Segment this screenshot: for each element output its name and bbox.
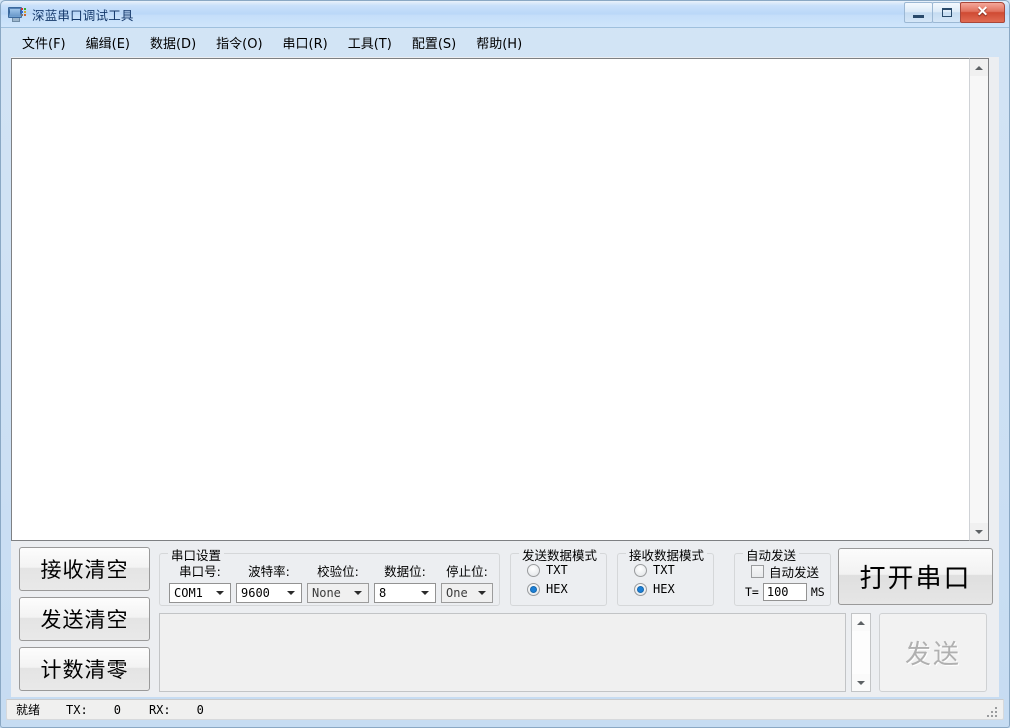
com-port-select[interactable]: COM1 xyxy=(169,583,231,603)
tx-label: TX: xyxy=(66,702,88,717)
baud-rate-select[interactable]: 9600 xyxy=(236,583,302,603)
menu-bar: 文件(F) 编缉(E) 数据(D) 指令(O) 串口(R) 工具(T) 配置(S… xyxy=(12,32,998,54)
radio-icon-selected[interactable] xyxy=(634,582,647,596)
close-button[interactable]: ✕ xyxy=(960,2,1005,23)
receive-textarea[interactable] xyxy=(11,58,989,541)
title-bar[interactable]: 深蓝串口调试工具 ✕ xyxy=(1,1,1009,28)
scroll-down-icon[interactable] xyxy=(970,523,988,540)
radio-icon-selected[interactable] xyxy=(527,582,540,596)
caption-button-group: ✕ xyxy=(904,2,1005,23)
checkbox-icon[interactable] xyxy=(751,565,764,578)
field-com-port: 串口号: COM1 xyxy=(169,561,231,603)
chevron-down-icon[interactable] xyxy=(417,584,433,602)
menu-item-help[interactable]: 帮助(H) xyxy=(466,31,532,55)
receive-mode-txt-label: TXT xyxy=(653,563,675,577)
parity-value: None xyxy=(312,586,341,600)
interval-unit-label: MS xyxy=(810,585,825,599)
minimize-button[interactable] xyxy=(904,2,933,23)
interval-input[interactable]: 100 xyxy=(762,583,807,601)
scroll-down-icon[interactable] xyxy=(852,674,870,691)
data-bits-label: 数据位: xyxy=(384,564,426,579)
send-mode-txt-label: TXT xyxy=(546,563,568,577)
receive-mode-group: 接收数据模式 TXT HEX xyxy=(617,545,714,606)
receive-mode-option-txt[interactable]: TXT xyxy=(634,563,675,577)
baud-rate-label: 波特率: xyxy=(248,564,290,579)
stop-bits-label: 停止位: xyxy=(446,564,488,579)
radio-icon[interactable] xyxy=(527,563,540,577)
com-port-value: COM1 xyxy=(174,586,203,600)
receive-scrollbar[interactable] xyxy=(969,58,989,541)
monitor-icon xyxy=(8,6,26,22)
resize-grip-icon[interactable] xyxy=(987,704,1000,717)
send-mode-option-hex[interactable]: HEX xyxy=(527,582,568,596)
application-window: 深蓝串口调试工具 ✕ 文件(F) 编缉(E) 数据(D) 指令(O) 串口(R)… xyxy=(0,0,1010,728)
window-title: 深蓝串口调试工具 xyxy=(32,8,134,23)
maximize-button[interactable] xyxy=(932,2,961,23)
menu-item-tools[interactable]: 工具(T) xyxy=(338,31,402,55)
parity-label: 校验位: xyxy=(317,564,359,579)
send-mode-option-txt[interactable]: TXT xyxy=(527,563,568,577)
send-button[interactable]: 发送 xyxy=(879,613,987,692)
tx-count: 0 xyxy=(113,702,121,717)
chevron-down-icon[interactable] xyxy=(212,584,228,602)
minimize-icon xyxy=(913,14,924,18)
receive-mode-option-hex[interactable]: HEX xyxy=(634,582,675,596)
auto-send-interval-row: T= 100 MS xyxy=(745,583,825,601)
stop-bits-value: One xyxy=(446,586,468,600)
radio-icon[interactable] xyxy=(634,563,647,577)
com-port-label: 串口号: xyxy=(179,564,221,579)
menu-item-command[interactable]: 指令(O) xyxy=(206,31,272,55)
auto-send-group: 自动发送 自动发送 T= 100 MS xyxy=(734,545,831,606)
scroll-up-icon[interactable] xyxy=(970,59,988,76)
data-bits-select[interactable]: 8 xyxy=(374,583,436,603)
count-clear-button[interactable]: 计数清零 xyxy=(19,647,150,691)
field-stop-bits: 停止位: One xyxy=(441,561,493,603)
chevron-down-icon[interactable] xyxy=(283,584,299,602)
menu-item-serial[interactable]: 串口(R) xyxy=(273,31,338,55)
auto-send-checkbox-row[interactable]: 自动发送 xyxy=(751,562,819,581)
receive-scroll-track[interactable] xyxy=(970,76,988,523)
maximize-icon xyxy=(941,8,952,17)
receive-mode-hex-label: HEX xyxy=(653,582,675,596)
parity-select[interactable]: None xyxy=(307,583,369,603)
send-scrollbar[interactable] xyxy=(851,613,871,692)
baud-rate-value: 9600 xyxy=(241,586,270,600)
status-bar: 就绪 TX: 0 RX: 0 xyxy=(6,699,1004,720)
data-bits-value: 8 xyxy=(379,586,387,600)
menu-item-data[interactable]: 数据(D) xyxy=(140,31,206,55)
send-clear-button[interactable]: 发送清空 xyxy=(19,597,150,641)
send-mode-group: 发送数据模式 TXT HEX xyxy=(510,545,607,606)
field-baud-rate: 波特率: 9600 xyxy=(236,561,302,603)
send-mode-hex-label: HEX xyxy=(546,582,568,596)
rx-count: 0 xyxy=(196,702,204,717)
send-textarea[interactable] xyxy=(159,613,846,692)
open-serial-port-button[interactable]: 打开串口 xyxy=(838,548,993,605)
send-mode-title: 发送数据模式 xyxy=(519,545,601,564)
chevron-down-icon[interactable] xyxy=(474,584,490,602)
auto-send-checkbox-label: 自动发送 xyxy=(769,565,820,580)
scroll-up-icon[interactable] xyxy=(852,614,870,631)
close-icon: ✕ xyxy=(976,4,989,20)
menu-item-file[interactable]: 文件(F) xyxy=(12,31,76,55)
receive-clear-button[interactable]: 接收清空 xyxy=(19,547,150,591)
field-parity: 校验位: None xyxy=(307,561,369,603)
send-scroll-track[interactable] xyxy=(852,631,870,674)
menu-item-edit[interactable]: 编缉(E) xyxy=(76,31,140,55)
interval-prefix-label: T= xyxy=(745,585,759,599)
stop-bits-select[interactable]: One xyxy=(441,583,493,603)
chevron-down-icon[interactable] xyxy=(350,584,366,602)
receive-mode-title: 接收数据模式 xyxy=(626,545,708,564)
serial-settings-group: 串口设置 串口号: COM1 波特率: 9600 校验位: None 数据位: xyxy=(159,545,500,606)
rx-label: RX: xyxy=(148,702,171,717)
menu-item-config[interactable]: 配置(S) xyxy=(402,31,466,55)
status-text: 就绪 xyxy=(16,703,41,717)
field-data-bits: 数据位: 8 xyxy=(374,561,436,603)
icon-dots xyxy=(21,8,26,16)
